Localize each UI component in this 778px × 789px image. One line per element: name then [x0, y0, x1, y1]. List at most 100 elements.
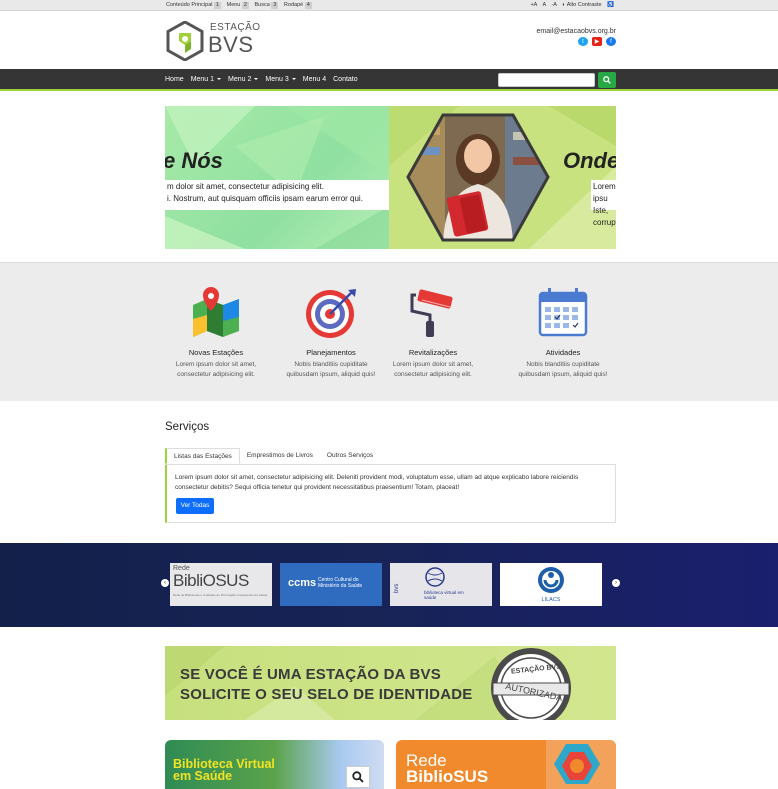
feature-desc: Nobis blanditiis cupiditate quibusdam ip… — [276, 360, 386, 380]
globe-icon — [425, 567, 445, 587]
main-nav: Home Menu 1 Menu 2 Menu 3 Menu 4 Contato — [0, 69, 778, 91]
features-section: Novas Estações Lorem ipsum dolor sit ame… — [0, 262, 778, 401]
page: Conteúdo Principal 1 Menu 2 Busca 3 Roda… — [0, 0, 778, 789]
slide-background-shapes — [165, 106, 389, 249]
access-key: 2 — [241, 2, 249, 9]
calendar-icon — [538, 288, 588, 337]
skip-main-link[interactable]: Conteúdo Principal 1 — [166, 2, 224, 9]
access-key: 1 — [214, 2, 222, 9]
partner-logo-bibliosus[interactable]: Rede BibliOSUS Rede de Bibliotecas e Uni… — [170, 563, 272, 606]
feature-desc-line: consectetur adipisicing elit. — [394, 371, 472, 378]
feature-desc-line: Lorem ipsum dolor sit amet, — [392, 361, 474, 368]
slide-text-line: i. Nostrum, aut quisquam officiis ipsam … — [167, 194, 363, 203]
card-search-button[interactable] — [346, 766, 370, 788]
slide-title: e Nós — [165, 148, 223, 173]
selo-subheadline: SOLICITE O SEU SELO DE IDENTIDADE — [180, 686, 473, 703]
access-key: 3 — [271, 2, 279, 9]
feature-desc-line: Nobis blanditiis cupiditate — [526, 361, 600, 368]
card-title-line: em Saúde — [173, 769, 233, 783]
nav-item-menu2[interactable]: Menu 2 — [228, 69, 259, 91]
font-decrease-button[interactable]: -A — [551, 2, 556, 8]
skip-menu-link[interactable]: Menu 2 — [226, 2, 252, 9]
nav-item-menu4[interactable]: Menu 4 — [303, 69, 326, 91]
feature-card[interactable]: Atividades Nobis blanditiis cupiditate q… — [508, 287, 618, 380]
feature-card[interactable]: Planejamentos Nobis blanditiis cupiditat… — [276, 287, 386, 380]
selo-banner[interactable]: SE VOCÊ É UMA ESTAÇÃO DA BVS SOLICITE O … — [165, 646, 616, 720]
tab-outros[interactable]: Outros Serviços — [320, 448, 380, 464]
site-logo[interactable]: ESTAÇÃO BVS — [165, 19, 260, 61]
twitter-icon[interactable]: t — [578, 37, 588, 46]
skip-footer-link[interactable]: Rodapé 4 — [283, 2, 315, 9]
hero-carousel[interactable]: e Nós m dolor sit amet, consectetur adip… — [165, 106, 616, 249]
contact-email[interactable]: email@estacaobvs.org.br — [537, 28, 616, 35]
feature-title: Revitalizações — [408, 348, 458, 357]
partners-carousel: ‹ Rede BibliOSUS Rede de Bibliotecas e U… — [0, 543, 778, 627]
ver-todas-button[interactable]: Ver Todas — [176, 498, 214, 514]
feature-title: Planejamentos — [306, 348, 356, 357]
font-increase-button[interactable]: +A — [530, 2, 537, 8]
card-bibliosus[interactable]: Rede BiblioSUS — [396, 740, 616, 789]
partner-logo-ccms[interactable]: ccms Centro Cultural do Ministério da Sa… — [280, 563, 382, 606]
partner-logo-text: BibliOSUS — [173, 571, 249, 590]
partner-logo-lilacs[interactable]: LILACS — [500, 563, 602, 606]
student-photo — [406, 113, 550, 242]
feature-desc-line: quibusdam ipsum, aliquid quis! — [286, 371, 376, 378]
skip-link-label: Rodapé — [283, 2, 304, 8]
feature-card[interactable]: Revitalizações Lorem ipsum dolor sit ame… — [378, 287, 488, 380]
search-input[interactable] — [498, 73, 595, 87]
logo-text-main: BVS — [208, 32, 254, 57]
card-title-line: BiblioSUS — [406, 767, 489, 786]
partner-logo-subtext: Rede de Bibliotecas e Unidades de Inform… — [173, 593, 268, 597]
skip-link-label: Busca — [254, 2, 270, 8]
bibliosus-emblem-icon — [546, 740, 616, 789]
font-normal-button[interactable]: A — [543, 2, 546, 8]
tab-emprestimos[interactable]: Emprestimos de Livros — [240, 448, 320, 464]
feature-desc-line: quibusdam ipsum, aliquid quis! — [518, 371, 608, 378]
feature-card[interactable]: Novas Estações Lorem ipsum dolor sit ame… — [161, 287, 271, 380]
seal-badge-icon — [491, 648, 571, 720]
card-bvs[interactable]: Biblioteca Virtual em Saúde — [165, 740, 384, 789]
partner-logo-bvs[interactable]: bvs biblioteca virtual em saúde — [390, 563, 492, 606]
carousel-prev-button[interactable]: ‹ — [161, 579, 169, 587]
partner-logo-text: ccms — [288, 577, 317, 589]
nav-item-menu1[interactable]: Menu 1 — [190, 69, 222, 91]
contrast-icon: ◐ — [562, 2, 566, 8]
card-title: Biblioteca Virtual em Saúde — [173, 758, 275, 783]
selo-headline: SE VOCÊ É UMA ESTAÇÃO DA BVS — [180, 666, 441, 683]
partner-logo-text: LILACS — [541, 597, 561, 603]
nav-label: Menu 1 — [190, 76, 215, 83]
tab-listas[interactable]: Listas das Estações — [165, 448, 240, 464]
feature-desc: Lorem ipsum dolor sit amet, consectetur … — [378, 360, 488, 380]
search-icon — [352, 771, 364, 783]
section-title: Serviços — [165, 421, 210, 433]
carousel-next-button[interactable]: › — [612, 579, 620, 587]
paint-roller-icon — [410, 289, 453, 337]
accessibility-icon[interactable]: ♿ — [607, 2, 614, 8]
feature-desc-line: Lorem ipsum dolor sit amet, — [175, 361, 257, 368]
nav-item-home[interactable]: Home — [165, 69, 184, 91]
nav-item-contato[interactable]: Contato — [333, 69, 358, 91]
accessibility-bar: Conteúdo Principal 1 Menu 2 Busca 3 Roda… — [0, 0, 778, 11]
nav-label: Home — [165, 76, 184, 83]
search-button[interactable] — [598, 72, 616, 88]
search-icon — [603, 76, 611, 84]
skip-search-link[interactable]: Busca 3 — [254, 2, 282, 9]
contrast-label: Alto Contraste — [566, 2, 602, 8]
feature-desc: Lorem ipsum dolor sit amet, consectetur … — [161, 360, 271, 380]
chevron-down-icon — [254, 78, 259, 81]
youtube-icon[interactable]: ▶ — [592, 37, 602, 46]
contrast-button[interactable]: ◐ Alto Contraste — [562, 2, 601, 8]
feature-desc: Nobis blanditiis cupiditate quibusdam ip… — [508, 360, 618, 380]
nav-label: Menu 4 — [302, 76, 327, 83]
header: ESTAÇÃO BVS email@estacaobvs.org.br t ▶ … — [0, 11, 778, 69]
tab-content-text: Lorem ipsum dolor sit amet, consectetur … — [175, 474, 579, 491]
slide-left: e Nós m dolor sit amet, consectetur adip… — [165, 106, 389, 249]
slide-text-line: m dolor sit amet, consectetur adipisicin… — [167, 182, 324, 191]
logo-hexagon-icon — [166, 21, 204, 61]
facebook-icon[interactable]: f — [606, 37, 616, 46]
accessibility-tools: +A A -A ◐ Alto Contraste ♿ — [526, 0, 614, 11]
slide-title: Onde — [563, 148, 616, 173]
skip-links: Conteúdo Principal 1 Menu 2 Busca 3 Roda… — [166, 0, 316, 11]
nav-item-menu3[interactable]: Menu 3 — [265, 69, 296, 91]
skip-link-label: Menu — [226, 2, 241, 8]
